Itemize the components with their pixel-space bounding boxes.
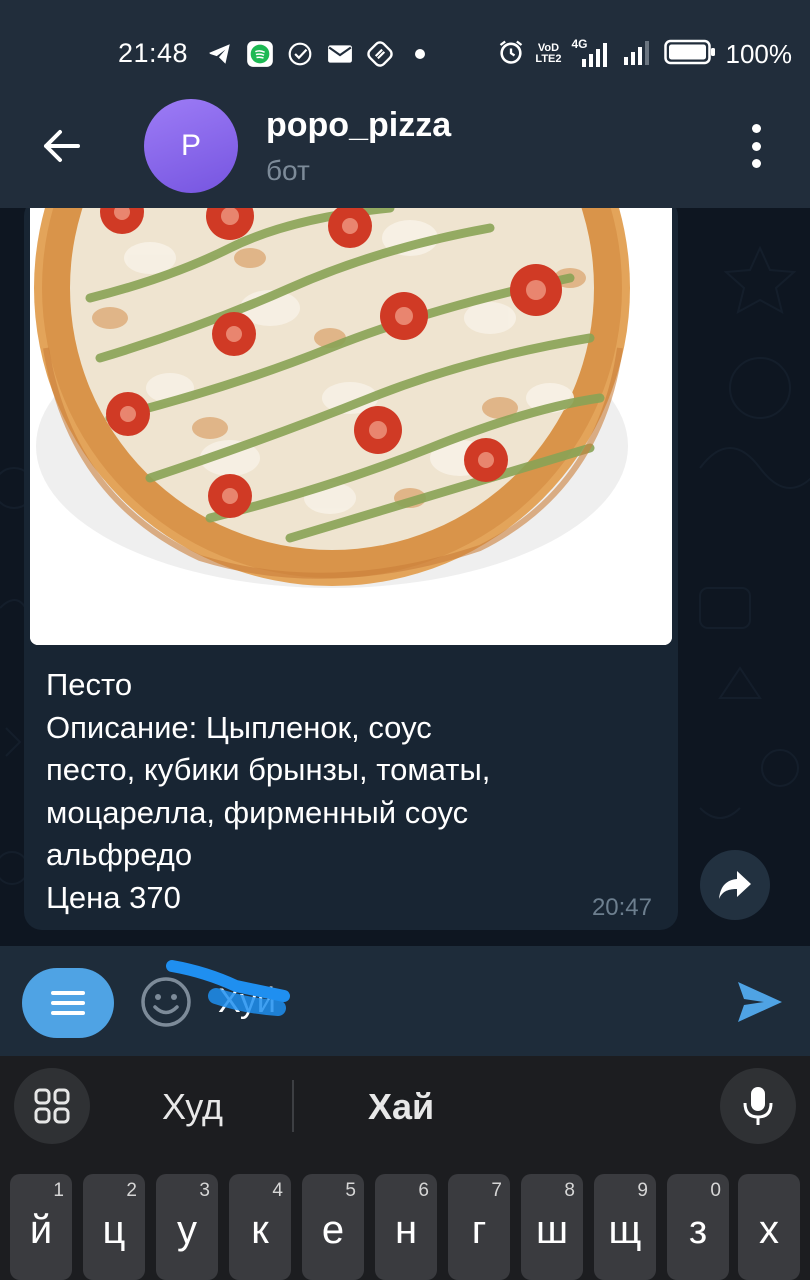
telegram-icon [206, 40, 234, 68]
mic-icon [743, 1087, 773, 1125]
chat-subtitle: бот [266, 155, 310, 186]
status-time: 21:48 [118, 38, 189, 68]
bot-menu-button[interactable] [22, 968, 114, 1038]
voice-input-button[interactable] [720, 1068, 796, 1144]
message-time: 20:47 [591, 894, 652, 921]
battery-icon [663, 39, 716, 70]
spotify-icon [246, 40, 274, 68]
dot-icon [406, 40, 434, 68]
suggestion-divider [292, 1080, 294, 1132]
system-status: VoD LTE2 4G 100% [497, 36, 792, 72]
key[interactable]: 5е [302, 1174, 364, 1280]
message-line: Цена 370 [46, 879, 181, 915]
key[interactable]: 6н [375, 1174, 437, 1280]
message-text: Песто Описание: Цыпленок, соус песто, ку… [46, 664, 646, 919]
message-line: альфредо [46, 837, 193, 872]
chat-title[interactable]: popo_pizza [266, 106, 451, 145]
notification-icons [206, 36, 434, 72]
alarm-icon [497, 38, 525, 71]
message-input-bar: Хуй [0, 946, 810, 1056]
key[interactable]: 7г [448, 1174, 510, 1280]
key[interactable]: 2ц [83, 1174, 145, 1280]
message-line: песто, кубики брынзы, томаты, [46, 752, 491, 787]
battery-percent: 100% [725, 38, 793, 69]
redaction-scribble [166, 960, 290, 1016]
volte-badge: VoD LTE2 [535, 42, 562, 65]
key[interactable]: х [738, 1174, 800, 1280]
pizza-photo[interactable] [30, 208, 672, 645]
app-icon [366, 40, 394, 68]
key[interactable]: 9щ [594, 1174, 656, 1280]
message-bubble[interactable]: Песто Описание: Цыпленок, соус песто, ку… [24, 208, 678, 930]
signal-icon [622, 37, 654, 72]
message-line: моцарелла, фирменный соус [46, 794, 469, 830]
message-line: Песто [46, 667, 133, 702]
chat-area: Песто Описание: Цыпленок, соус песто, ку… [0, 208, 810, 946]
send-icon[interactable] [734, 976, 786, 1028]
grid-icon [34, 1088, 70, 1124]
keyboard: Худ Хай 1й 2ц 3у 4к 5е 6н 7г 8ш 9щ 0з х [0, 1056, 810, 1280]
keyboard-row-1: 1й 2ц 3у 4к 5е 6н 7г 8ш 9щ 0з х [10, 1174, 800, 1280]
key[interactable]: 3у [156, 1174, 218, 1280]
mail-icon [326, 40, 354, 68]
key[interactable]: 1й [10, 1174, 72, 1280]
more-menu-icon[interactable] [740, 124, 772, 168]
message-line: Описание: Цыпленок, соус [46, 709, 432, 745]
pizza-image [30, 208, 672, 645]
chat-avatar[interactable]: P [144, 99, 238, 193]
forward-button[interactable] [700, 850, 770, 920]
suggestion-1[interactable]: Худ [162, 1086, 223, 1128]
keyboard-apps-button[interactable] [14, 1068, 90, 1144]
signal-4g-icon: 4G [572, 37, 612, 69]
key[interactable]: 0з [667, 1174, 729, 1280]
suggestion-2[interactable]: Хай [368, 1086, 434, 1128]
back-arrow-icon[interactable] [38, 122, 86, 170]
key[interactable]: 4к [229, 1174, 291, 1280]
key[interactable]: 8ш [521, 1174, 583, 1280]
app-header: 21:48 VoD LTE2 4G 100% P popo_pizza бот [0, 0, 810, 208]
check-circle-icon [286, 40, 314, 68]
forward-icon [719, 871, 751, 899]
